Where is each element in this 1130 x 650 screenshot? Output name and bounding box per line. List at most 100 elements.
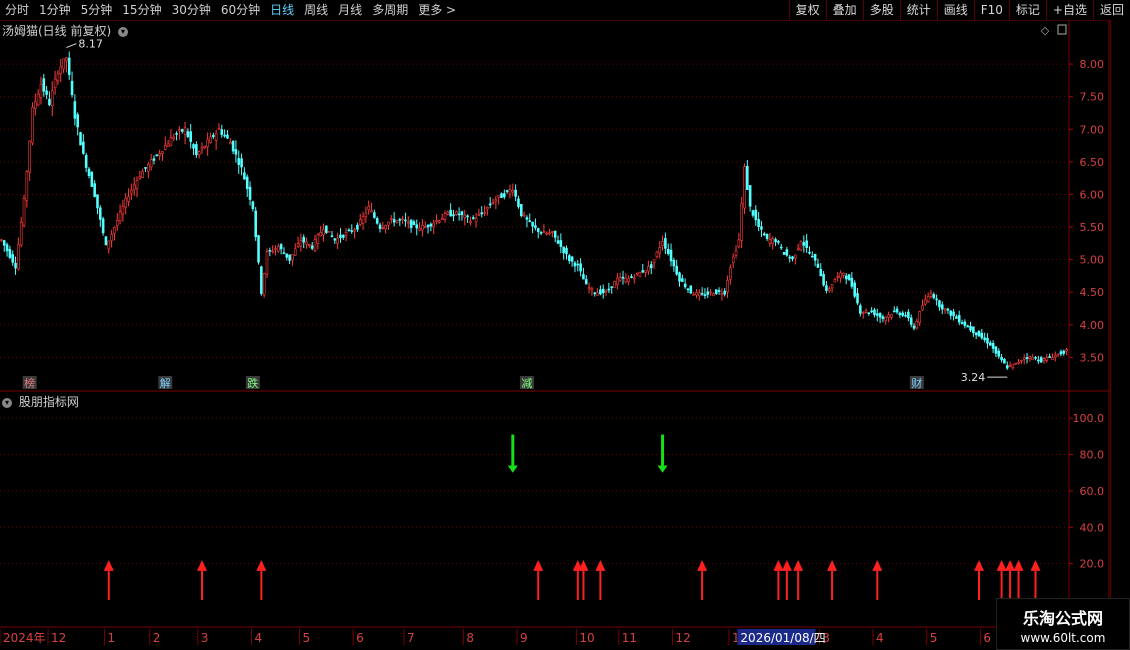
candle-body xyxy=(989,342,992,346)
candle-body xyxy=(624,277,628,283)
diamond-icon[interactable]: ◇ xyxy=(1041,24,1050,37)
candle-body xyxy=(155,154,159,157)
candle-body xyxy=(59,66,63,75)
candle-body xyxy=(347,229,351,232)
candle-body xyxy=(542,231,546,233)
candle-body xyxy=(466,215,469,218)
candle-body xyxy=(206,139,209,148)
low-label: 3.24 xyxy=(961,371,986,384)
candle-body xyxy=(940,304,944,310)
candle-body xyxy=(1065,349,1068,352)
square-icon[interactable] xyxy=(1057,24,1067,35)
candle-body xyxy=(751,210,755,216)
candle-body xyxy=(53,78,57,88)
candle-body xyxy=(607,288,611,291)
time-label: 9 xyxy=(520,631,528,645)
candle-body xyxy=(460,211,464,215)
candle-body xyxy=(907,311,910,319)
candle-body xyxy=(421,225,424,231)
candle-body xyxy=(1005,365,1009,369)
candle-body xyxy=(519,204,523,217)
y-tick-label: 3.50 xyxy=(1080,351,1105,364)
candle-body xyxy=(1014,362,1018,365)
candle-body xyxy=(293,248,297,256)
y-tick-label: 6.00 xyxy=(1080,188,1105,201)
candle-body xyxy=(991,343,995,349)
candle-body xyxy=(697,292,701,297)
buy-arrow-head xyxy=(996,560,1007,571)
candle-body xyxy=(833,279,837,283)
candle-body xyxy=(539,232,543,234)
candle-body xyxy=(344,232,348,236)
stock-chart[interactable]: 3.50 4.00 4.50 5.00 5.50 6.00 6.50 7.00 7.50 8.00… xyxy=(0,0,1130,650)
candle-body xyxy=(141,171,144,178)
candle-body xyxy=(474,217,478,223)
candle-body xyxy=(734,250,738,256)
candle-body xyxy=(1017,361,1020,364)
candle-body xyxy=(67,57,71,75)
candle-body xyxy=(491,201,495,204)
candle-body xyxy=(1000,356,1003,361)
buy-arrow-head xyxy=(697,560,708,571)
watermark-url: www.60lt.com xyxy=(1020,631,1106,645)
candle-body xyxy=(723,290,727,295)
time-label: 7 xyxy=(407,631,415,645)
y-tick-label: 8.00 xyxy=(1080,58,1105,71)
candle-body xyxy=(471,217,475,219)
candle-body xyxy=(802,242,806,246)
candle-body xyxy=(729,267,732,280)
candle-body xyxy=(1048,356,1051,358)
candle-body xyxy=(310,245,314,249)
y-tick-label: 20.0 xyxy=(1080,558,1105,571)
candle-body xyxy=(392,219,396,223)
candle-body xyxy=(503,193,506,198)
candle-body xyxy=(319,232,322,237)
candle-body xyxy=(977,330,981,337)
candle-body xyxy=(553,230,557,238)
candle-body xyxy=(892,310,896,313)
candle-body xyxy=(819,269,823,277)
candle-body xyxy=(115,220,119,227)
buy-arrow-head xyxy=(256,560,267,571)
candle-body xyxy=(1045,357,1049,361)
candle-body xyxy=(590,287,594,291)
y-tick-label: 60.0 xyxy=(1080,485,1105,498)
sell-arrow-head xyxy=(657,465,668,473)
candle-body xyxy=(644,270,647,273)
candle-body xyxy=(341,234,345,238)
y-tick-label: 4.50 xyxy=(1080,286,1105,299)
candle-body xyxy=(630,276,633,278)
candle-body xyxy=(514,189,517,197)
candle-body xyxy=(635,272,639,275)
candle-body xyxy=(666,248,670,254)
candle-body xyxy=(618,277,622,281)
y-tick-label: 7.00 xyxy=(1080,123,1105,136)
watermark: 乐淘公式网 www.60lt.com xyxy=(996,598,1130,650)
candle-body xyxy=(288,254,291,261)
candle-body xyxy=(689,285,693,294)
candle-body xyxy=(610,286,613,288)
candle-body xyxy=(714,289,718,294)
buy-arrow-head xyxy=(827,560,838,571)
candle-body xyxy=(901,312,905,316)
candle-body xyxy=(983,337,986,341)
candle-body xyxy=(135,180,139,189)
candle-body xyxy=(1042,358,1046,362)
candle-body xyxy=(449,209,452,217)
candle-body xyxy=(584,279,588,285)
candle-body xyxy=(633,277,636,280)
candle-body xyxy=(853,282,856,297)
candle-body xyxy=(551,231,554,233)
candle-body xyxy=(443,213,447,220)
time-label: 2024年 xyxy=(3,631,46,645)
buy-arrow-head xyxy=(773,560,784,571)
candle-body xyxy=(82,141,85,154)
time-label: 3 xyxy=(201,631,209,645)
candle-body xyxy=(313,239,317,251)
candle-body xyxy=(980,332,984,339)
candle-body xyxy=(765,233,769,239)
candle-body xyxy=(87,168,91,176)
candle-body xyxy=(152,158,156,161)
candle-body xyxy=(966,325,969,328)
candle-body xyxy=(79,132,82,146)
